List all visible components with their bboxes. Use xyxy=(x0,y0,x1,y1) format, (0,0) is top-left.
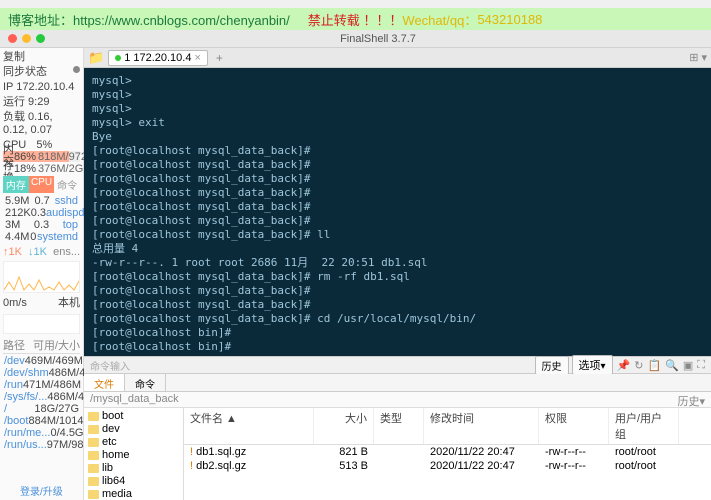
tree-item[interactable]: boot xyxy=(88,410,179,423)
close-tab-icon[interactable]: × xyxy=(194,52,200,64)
watermark-url: 博客地址：https://www.cnblogs.com/chenyanbin/ xyxy=(8,10,290,29)
disk-chart xyxy=(3,314,80,334)
session-tab[interactable]: 1 172.20.10.4× xyxy=(108,50,208,66)
file-panel-tabs: 文件 命令 xyxy=(84,374,711,392)
proc-row: 3M0.3top xyxy=(3,219,80,231)
tree-item[interactable]: home xyxy=(88,449,179,462)
search-icon[interactable]: 🔍 xyxy=(665,359,679,372)
net-iface: ens... xyxy=(53,246,80,258)
folder-icon xyxy=(88,451,99,460)
copy-label[interactable]: 复制 xyxy=(3,51,25,64)
folder-icon[interactable]: 📁 xyxy=(88,50,104,66)
net-up: ↑1K xyxy=(3,246,22,258)
sidebar-tabs[interactable]: 内存 CPU 命令 xyxy=(3,176,80,193)
folder-icon xyxy=(88,425,99,434)
tab-files[interactable]: 文件 xyxy=(84,374,125,391)
options-button[interactable]: 选项▾ xyxy=(572,355,613,375)
terminal-icon[interactable]: ▣ xyxy=(683,359,693,372)
fs-row: /18G/27G xyxy=(3,403,80,415)
file-path-bar[interactable]: /mysql_data_back 历史▾ xyxy=(84,392,711,408)
net-chart xyxy=(3,261,80,293)
folder-icon xyxy=(88,438,99,447)
add-tab-button[interactable]: + xyxy=(212,51,227,65)
command-input-bar: 命令输入 历史 选项▾ 📌 ↻ 📋 🔍 ▣ ⛶ xyxy=(84,356,711,374)
folder-icon xyxy=(88,464,99,473)
fs-row: /dev469M/469M xyxy=(3,355,80,367)
sidebar: 复制 同步状态 IP 172.20.10.4 运行 9:29 负载 0.16, … xyxy=(0,48,84,500)
fs-hdr-usage: 可用/大小 xyxy=(33,337,80,353)
folder-icon xyxy=(88,490,99,499)
ip-label: IP 172.20.10.4 xyxy=(3,81,74,94)
tree-item[interactable]: media xyxy=(88,488,179,500)
session-tabbar: 📁 1 172.20.10.4× + ⊞ ▾ xyxy=(84,48,711,68)
file-list-header[interactable]: 文件名 ▲ 大小 类型 修改时间 权限 用户/用户组 xyxy=(184,408,711,445)
file-row[interactable]: ! db2.sql.gz513 B2020/11/22 20:47-rw-r--… xyxy=(184,459,711,473)
watermark-contact: 543210188 xyxy=(477,12,542,27)
fs-row: /sys/fs/...486M/486M xyxy=(3,391,80,403)
terminal[interactable]: mysql> mysql> mysql> mysql> exit Bye [ro… xyxy=(84,68,711,356)
fs-hdr-path: 路径 xyxy=(3,337,25,353)
pin-icon[interactable]: 📌 xyxy=(617,359,631,372)
tab-title: 1 172.20.10.4 xyxy=(124,52,191,64)
path-history-button[interactable]: 历史▾ xyxy=(677,393,705,406)
uptime-label: 运行 9:29 xyxy=(3,96,49,109)
tab-cpu[interactable]: CPU xyxy=(29,176,55,193)
maximize-icon[interactable] xyxy=(36,34,45,43)
file-row[interactable]: ! db1.sql.gz821 B2020/11/22 20:47-rw-r--… xyxy=(184,445,711,459)
login-upgrade-link[interactable]: 登录/升级 xyxy=(20,483,63,498)
sync-dot-icon xyxy=(73,66,80,73)
tree-item[interactable]: lib xyxy=(88,462,179,475)
load-label: 负载 0.16, 0.12, 0.07 xyxy=(3,111,80,137)
cpu-bar: CPU5% xyxy=(3,139,80,150)
close-icon[interactable] xyxy=(8,34,17,43)
copy-icon[interactable]: 📋 xyxy=(647,359,661,372)
speed-l: 0m/s xyxy=(3,297,27,310)
proc-row: 5.9M0.7sshd xyxy=(3,195,80,207)
minimize-icon[interactable] xyxy=(22,34,31,43)
fs-row: /boot884M/1014M xyxy=(3,415,80,427)
proc-row: 4.4M0systemd xyxy=(3,231,80,243)
file-list[interactable]: 文件名 ▲ 大小 类型 修改时间 权限 用户/用户组 ! db1.sql.gz8… xyxy=(184,408,711,500)
fs-row: /dev/shm486M/486M xyxy=(3,367,80,379)
cmd-placeholder[interactable]: 命令输入 xyxy=(90,358,532,373)
col-name[interactable]: 文件名 ▲ xyxy=(184,408,314,444)
col-perm[interactable]: 权限 xyxy=(539,408,609,444)
status-dot-icon xyxy=(115,55,121,61)
folder-icon xyxy=(88,477,99,486)
expand-icon[interactable]: ⛶ xyxy=(697,359,705,372)
watermark-contact-label: Wechat/qq： xyxy=(402,10,477,29)
folder-icon xyxy=(88,412,99,421)
window-titlebar: FinalShell 3.7.7 xyxy=(0,30,711,48)
tree-item[interactable]: etc xyxy=(88,436,179,449)
col-date[interactable]: 修改时间 xyxy=(424,408,539,444)
tree-item[interactable]: lib64 xyxy=(88,475,179,488)
traffic-lights[interactable] xyxy=(8,34,45,43)
tab-mem[interactable]: 内存 xyxy=(3,176,29,193)
tree-item[interactable]: dev xyxy=(88,423,179,436)
grid-icon[interactable]: ⊞ ▾ xyxy=(689,51,707,64)
fs-row: /run/me...0/4.5G xyxy=(3,427,80,439)
history-button[interactable]: 历史 xyxy=(535,356,569,375)
fs-row: /run471M/486M xyxy=(3,379,80,391)
net-down: ↓1K xyxy=(28,246,47,258)
tab-commands[interactable]: 命令 xyxy=(125,374,166,391)
col-type[interactable]: 类型 xyxy=(374,408,424,444)
col-size[interactable]: 大小 xyxy=(314,408,374,444)
col-owner[interactable]: 用户/用户组 xyxy=(609,408,679,444)
current-path: /mysql_data_back xyxy=(90,393,179,406)
proc-row: 212K0.3audispd xyxy=(3,207,80,219)
sync-status: 同步状态 xyxy=(3,66,47,79)
watermark-bar: 博客地址：https://www.cnblogs.com/chenyanbin/… xyxy=(0,8,711,30)
folder-tree[interactable]: bootdevetchomeliblib64mediamntmysql_data… xyxy=(84,408,184,500)
speed-r: 本机 xyxy=(58,297,80,310)
refresh-icon[interactable]: ↻ xyxy=(634,359,643,372)
swap-bar: 交换18%376M/2G xyxy=(3,163,80,174)
mem-bar: 内存86%818M/972M xyxy=(3,151,80,162)
window-title: FinalShell 3.7.7 xyxy=(45,33,711,45)
watermark-warn: 禁止转载 ！！！ xyxy=(308,10,403,29)
tab-cmd[interactable]: 命令 xyxy=(54,176,80,193)
fs-row: /run/us...97M/98M xyxy=(3,439,80,451)
